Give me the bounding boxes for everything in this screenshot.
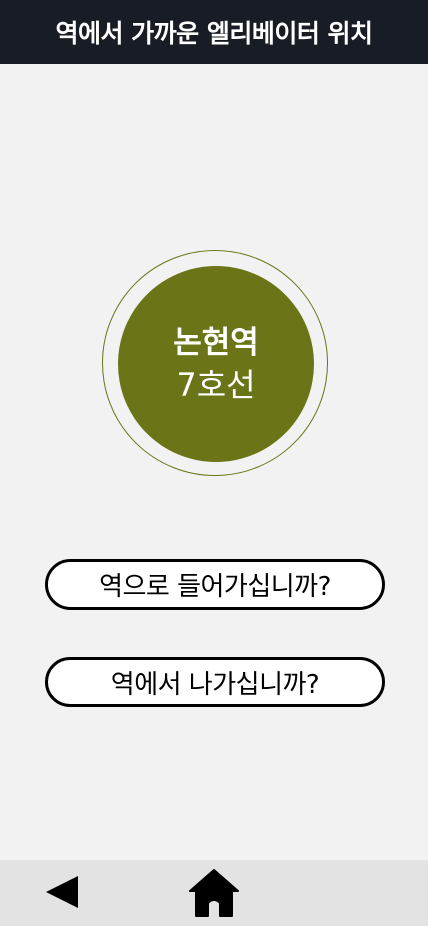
exit-station-button[interactable]: 역에서 나가십니까? [45,657,385,707]
page-title: 역에서 가까운 엘리베이터 위치 [55,19,373,48]
station-badge: 논현역 7호선 [118,266,314,462]
home-button[interactable] [188,866,240,918]
bottom-nav [0,860,428,926]
station-line: 7호선 [176,366,256,404]
back-button[interactable] [40,872,84,912]
home-icon [189,869,239,917]
station-name: 논현역 [173,325,259,361]
app-header: 역에서 가까운 엘리베이터 위치 [0,0,428,64]
enter-station-button[interactable]: 역으로 들어가십니까? [45,559,385,610]
back-triangle-icon [46,876,78,908]
